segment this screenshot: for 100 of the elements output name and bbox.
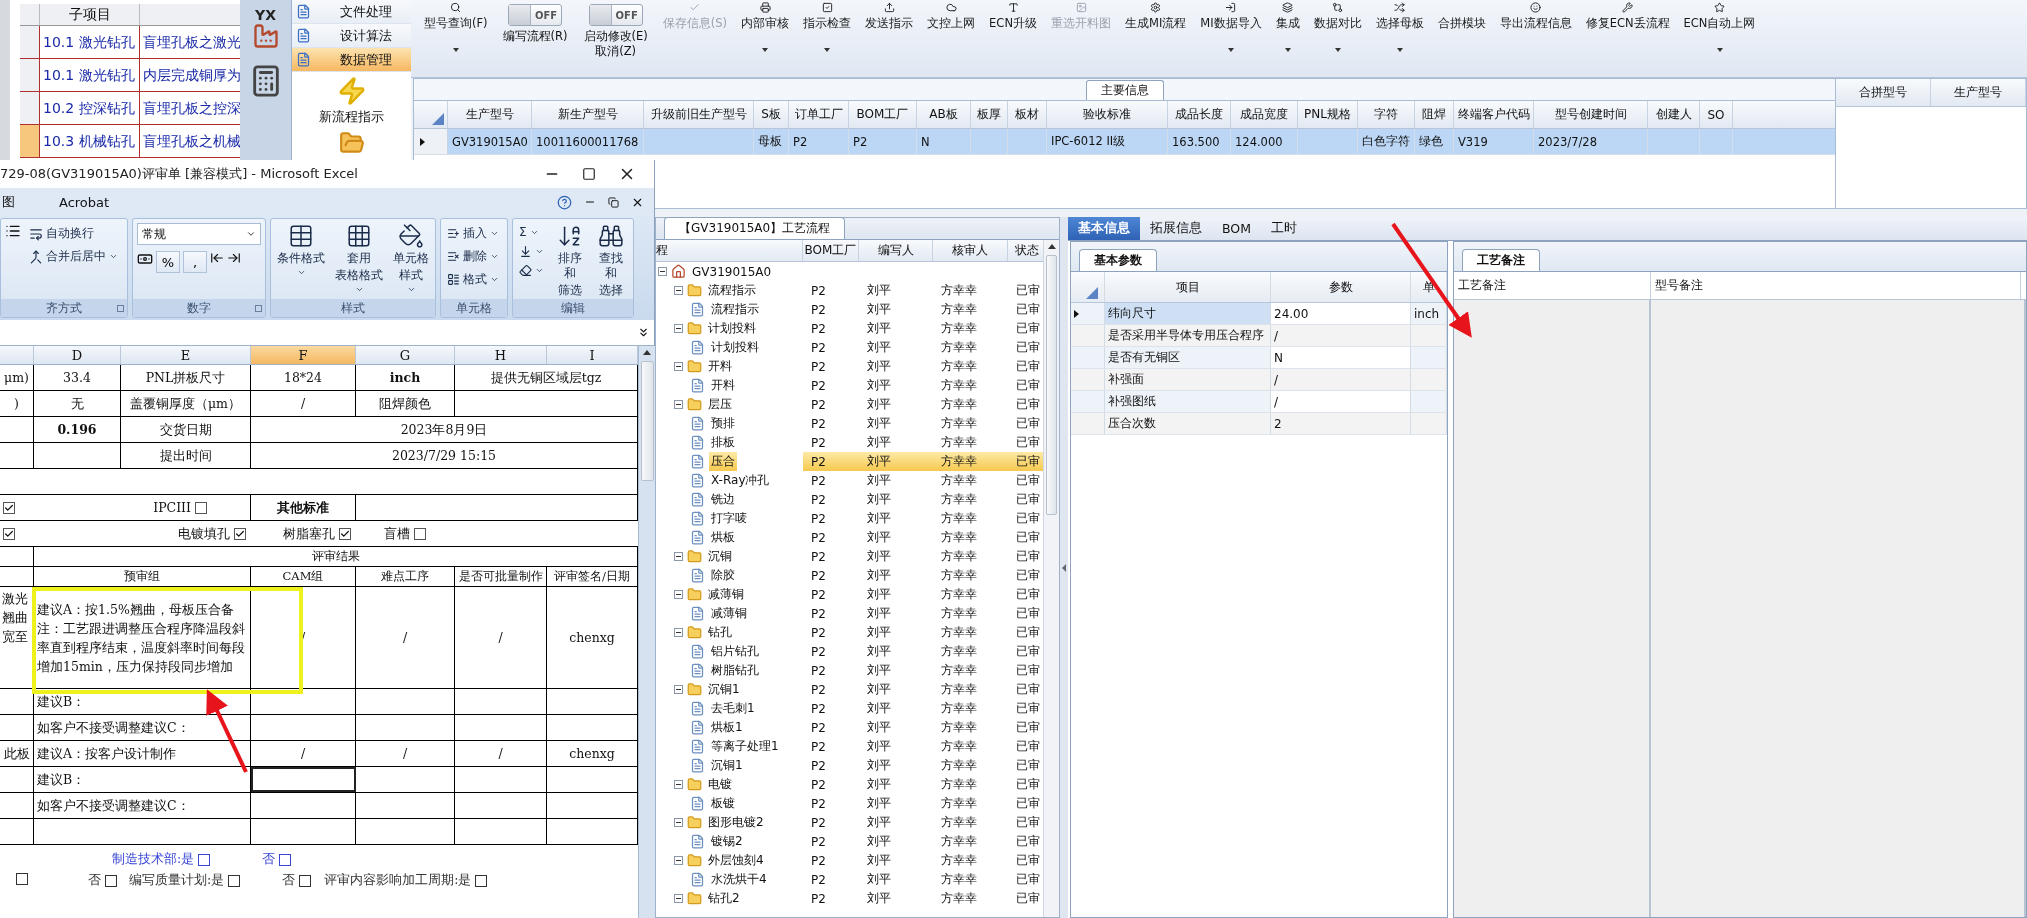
tree-node[interactable]: 烘板 xyxy=(709,528,737,547)
table-row[interactable]: GV319015A0 10011600011768 母板 P2 P2 N IPC-6012 II级 163.500 124.000 白色字符 绿色 V319 2023/7/28 xyxy=(414,129,1835,155)
column-header[interactable]: H xyxy=(455,346,547,364)
toggle-switch[interactable]: OFF xyxy=(508,4,563,26)
toolbar-button[interactable]: 数据对比 xyxy=(1306,0,1369,66)
row-header[interactable] xyxy=(20,26,40,58)
checkbox[interactable] xyxy=(105,874,117,887)
table-row[interactable]: 纬向尺寸 24.00 inch xyxy=(1071,303,1447,325)
column-header[interactable]: BOM工厂 xyxy=(849,101,917,128)
tree-node[interactable]: 水洗烘干4 xyxy=(709,870,769,889)
tree-node[interactable]: GV319015A0 xyxy=(690,262,774,281)
toolbar-button[interactable]: 集成 xyxy=(1268,0,1307,66)
ribbon-button[interactable]: 条件格式 xyxy=(275,223,327,277)
checkbox[interactable] xyxy=(3,527,15,540)
tree-node[interactable]: 减薄铜 xyxy=(709,604,749,623)
toolbar-button[interactable]: 选择母板 xyxy=(1368,0,1431,66)
column-header[interactable]: 参数 xyxy=(1271,272,1411,302)
column-header[interactable]: 合拼型号 xyxy=(1836,79,1931,106)
maximize-icon[interactable] xyxy=(582,167,596,181)
toolbar-button[interactable]: 内部审核 xyxy=(734,0,797,66)
tree-node[interactable]: 减薄铜 xyxy=(706,585,746,604)
ribbon-button[interactable]: 自动换行 xyxy=(27,223,120,244)
tree-node[interactable]: 烘板1 xyxy=(709,718,745,737)
column-header[interactable]: 核审人 xyxy=(933,240,1008,261)
tree-node[interactable]: 打字唛 xyxy=(709,509,749,528)
tree-node[interactable]: 电镀 xyxy=(706,775,734,794)
tree-node[interactable]: 排板 xyxy=(709,433,737,452)
tree-node[interactable]: 镀锡2 xyxy=(709,832,745,851)
table-row[interactable]: 是否采用半导体专用压合程序 / xyxy=(1071,325,1447,347)
ribbon-button[interactable]: 合并后居中 xyxy=(27,246,120,267)
column-header[interactable]: 板材 xyxy=(1008,101,1047,128)
tree-node[interactable]: 除胶 xyxy=(709,566,737,585)
scroll-up-icon[interactable] xyxy=(643,350,651,355)
column-header[interactable]: 升级前旧生产型号 xyxy=(644,101,754,128)
launcher-icon[interactable] xyxy=(117,304,124,312)
panel-tab[interactable]: 基本参数 xyxy=(1079,249,1157,271)
collapse-icon[interactable] xyxy=(674,818,683,827)
restore-icon[interactable] xyxy=(608,196,619,208)
column-header[interactable]: 项目 xyxy=(1105,272,1271,302)
menu-item[interactable]: 设计算法 xyxy=(292,24,411,48)
tree-node[interactable]: 树脂钻孔 xyxy=(709,661,761,680)
ribbon-button[interactable]: 查找和 选择 xyxy=(593,223,629,298)
row-header[interactable] xyxy=(20,59,40,91)
ribbon-tab[interactable]: Acrobat xyxy=(57,194,112,210)
ribbon-button[interactable]: 插入 xyxy=(445,223,501,244)
tree-node[interactable]: 流程指示 xyxy=(709,300,761,319)
tree-node[interactable]: X-Ray冲孔 xyxy=(709,471,772,490)
collapse-icon[interactable] xyxy=(674,400,683,409)
toolbar-button[interactable]: 导出流程信息 xyxy=(1492,0,1579,66)
checkbox[interactable] xyxy=(339,527,351,540)
row-header[interactable] xyxy=(20,125,40,157)
collapse-icon[interactable] xyxy=(674,780,683,789)
menu-item[interactable]: 数据管理 xyxy=(292,48,411,72)
tree-node[interactable]: 去毛刺1 xyxy=(709,699,757,718)
toolbar-button[interactable]: 生成MI流程 xyxy=(1118,0,1194,66)
tree-node[interactable]: 层压 xyxy=(706,395,734,414)
tab[interactable]: BOM xyxy=(1212,217,1261,240)
toolbar-button[interactable]: 型号查询(F) xyxy=(417,0,495,66)
tree-node[interactable]: 压合 xyxy=(709,452,737,471)
tab[interactable]: 基本信息 xyxy=(1068,217,1140,240)
checkbox[interactable] xyxy=(234,527,246,540)
column-header[interactable]: AB板 xyxy=(917,101,971,128)
tree-node[interactable]: 流程指示 xyxy=(706,281,758,300)
collapse-icon[interactable] xyxy=(674,856,683,865)
table-row[interactable]: 补强面 / xyxy=(1071,369,1447,391)
toolbar-button[interactable]: MI数据导入 xyxy=(1193,0,1269,66)
ribbon-tab[interactable]: 图 xyxy=(0,193,17,211)
collapse-icon[interactable] xyxy=(674,685,683,694)
table-row[interactable]: 压合次数 2 xyxy=(1071,413,1447,435)
collapse-icon[interactable] xyxy=(674,894,683,903)
tree-node[interactable]: 计划投料 xyxy=(706,319,758,338)
scroll-up-icon[interactable] xyxy=(1047,244,1056,249)
format-button[interactable]: % xyxy=(156,251,180,273)
sum-button[interactable]: Σ xyxy=(517,223,546,241)
checkbox[interactable] xyxy=(413,527,426,540)
ribbon-button[interactable]: 套用 表格格式 xyxy=(333,223,385,294)
table-row[interactable]: 是否有无铜区 N xyxy=(1071,347,1447,369)
tree-node[interactable]: 铣边 xyxy=(709,490,737,509)
launcher-icon[interactable] xyxy=(255,304,262,312)
checkbox[interactable] xyxy=(475,874,488,887)
tree-node[interactable]: 钻孔2 xyxy=(706,889,742,908)
tree-node[interactable]: 计划投料 xyxy=(709,338,761,357)
toolbar-button[interactable]: ECN升级 xyxy=(982,0,1044,66)
column-header[interactable]: 成品宽度 xyxy=(1231,101,1298,128)
tree-node[interactable]: 开料 xyxy=(706,357,734,376)
help-icon[interactable] xyxy=(557,194,572,210)
expand-icon[interactable] xyxy=(637,326,650,339)
ribbon-button[interactable]: 删除 xyxy=(445,246,501,267)
column-header[interactable]: F xyxy=(251,346,356,364)
column-header[interactable]: 板厚 xyxy=(971,101,1008,128)
column-header[interactable]: S板 xyxy=(754,101,789,128)
scrollbar-thumb[interactable] xyxy=(1046,255,1057,515)
row-header[interactable] xyxy=(20,92,40,124)
column-header[interactable]: G xyxy=(356,346,455,364)
tab[interactable]: 拓展信息 xyxy=(1140,217,1212,240)
tree-node[interactable]: 预排 xyxy=(709,414,737,433)
panel-tab[interactable]: 【GV319015A0】工艺流程 xyxy=(664,217,846,239)
tree-node[interactable]: 板镀 xyxy=(709,794,737,813)
column-header[interactable]: 成品长度 xyxy=(1168,101,1231,128)
toolbar-button[interactable]: 文控上网 xyxy=(920,0,983,66)
